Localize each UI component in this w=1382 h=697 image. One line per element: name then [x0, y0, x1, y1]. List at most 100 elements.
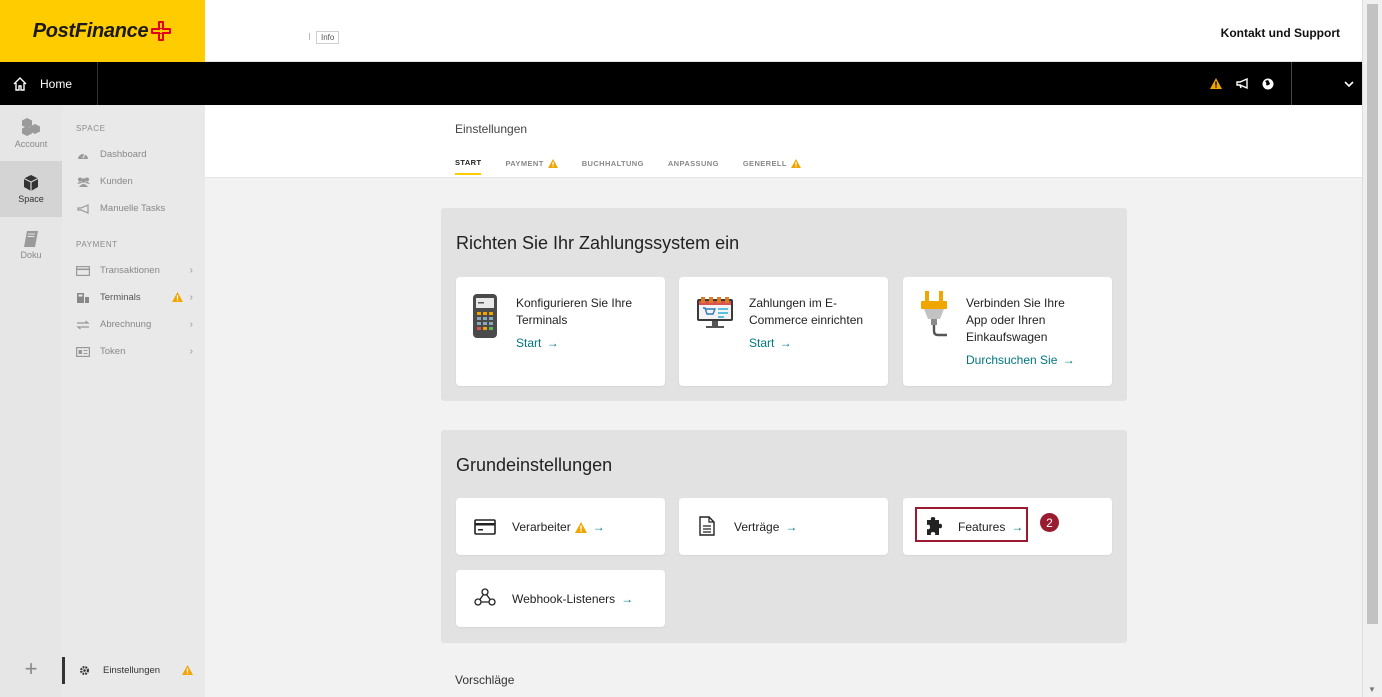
- basic-settings-panel: Grundeinstellungen Verarbeiter → Verträg…: [441, 430, 1127, 643]
- verarbeiter-card[interactable]: Verarbeiter →: [456, 498, 665, 555]
- top-bar: PostFinance Info Kontakt und Support: [0, 0, 1362, 62]
- support-link[interactable]: Kontakt und Support: [1221, 26, 1340, 40]
- card-label: Verarbeiter: [512, 520, 571, 534]
- sidebar-item-transaktionen[interactable]: Transaktionen ›: [62, 257, 205, 284]
- card-title-line: App oder Ihren: [966, 313, 1046, 327]
- scrollbar-thumb[interactable]: [1367, 4, 1378, 624]
- exchange-icon: [76, 319, 90, 331]
- logo-text: PostFinance: [32, 19, 149, 42]
- tab-anpassung[interactable]: ANPASSUNG: [668, 158, 719, 175]
- terminals-start-link[interactable]: Start →: [516, 336, 559, 350]
- webshop-icon: [697, 297, 733, 328]
- sidebar-item-terminals[interactable]: Terminals ›: [62, 284, 205, 311]
- sidebar-item-label: Manuelle Tasks: [100, 203, 166, 214]
- page-scrollbar[interactable]: ▼: [1362, 0, 1382, 697]
- sidebar-item-label: Kunden: [100, 176, 133, 187]
- step-badge: 2: [1040, 513, 1059, 532]
- scroll-down-icon[interactable]: ▼: [1368, 685, 1376, 694]
- ecommerce-card[interactable]: Zahlungen im E- Commerce einrichten Star…: [679, 277, 888, 386]
- features-card[interactable]: Features → 2: [903, 498, 1112, 555]
- tab-generell[interactable]: GENERELL: [743, 158, 801, 175]
- sidebar-item-label: Terminals: [100, 292, 141, 303]
- sidebar-item-einstellungen[interactable]: Einstellungen: [62, 657, 205, 684]
- account-icon: [22, 117, 40, 136]
- card-title-line: Einkaufswagen: [966, 330, 1048, 344]
- sidebar-item-label: Einstellungen: [103, 665, 161, 676]
- token-icon: [76, 346, 90, 358]
- settings-tabs: START PAYMENT BUCHHALTUNG ANPASSUNG GENE…: [455, 158, 801, 175]
- postfinance-logo[interactable]: PostFinance: [0, 0, 205, 62]
- terminals-card[interactable]: Konfigurieren Sie Ihre Terminals Start →: [456, 277, 665, 386]
- app-connect-card[interactable]: Verbinden Sie Ihre App oder Ihren Einkau…: [903, 277, 1112, 386]
- sidebar-item-kunden[interactable]: Kunden: [62, 168, 205, 195]
- icon-rail: Account Space Doku +: [0, 105, 62, 697]
- ecommerce-start-link[interactable]: Start →: [749, 336, 792, 350]
- terminal-icon: [76, 292, 90, 304]
- card-title-line: Zahlungen im E-: [749, 296, 838, 310]
- card-icon: [474, 519, 496, 535]
- home-button[interactable]: Home: [0, 62, 98, 105]
- suggestions-heading: Vorschläge: [455, 673, 515, 687]
- card-title-line: Commerce einrichten: [749, 313, 864, 327]
- plus-icon[interactable]: +: [0, 656, 62, 682]
- sidebar-item-manuelle-tasks[interactable]: Manuelle Tasks: [62, 195, 205, 222]
- warning-icon: [547, 159, 558, 168]
- puzzle-icon: [927, 517, 942, 535]
- megaphone-icon[interactable]: [1229, 62, 1255, 105]
- chevron-right-icon: ›: [189, 292, 193, 303]
- warning-icon: [790, 159, 801, 168]
- browse-link[interactable]: Durchsuchen Sie →: [966, 353, 1075, 367]
- account-dropdown[interactable]: [1292, 62, 1362, 105]
- sidebar-item-token[interactable]: Token ›: [62, 338, 205, 365]
- webhook-card[interactable]: Webhook-Listeners →: [456, 570, 665, 627]
- tab-buchhaltung[interactable]: BUCHHALTUNG: [582, 158, 644, 175]
- setup-panel-title: Richten Sie Ihr Zahlungssystem ein: [456, 233, 740, 253]
- sidebar-item-abrechnung[interactable]: Abrechnung ›: [62, 311, 205, 338]
- rail-label: Account: [14, 138, 48, 149]
- vertraege-card[interactable]: Verträge →: [679, 498, 888, 555]
- sidebar-item-label: Dashboard: [100, 149, 147, 160]
- arrow-right-icon: →: [592, 520, 605, 534]
- sidebar-section-payment: PAYMENT: [76, 240, 118, 249]
- rail-label: Doku: [20, 249, 42, 260]
- page-header: Einstellungen START PAYMENT BUCHHALTUNG …: [205, 105, 1362, 178]
- document-icon: [699, 516, 715, 536]
- rail-item-doku[interactable]: Doku: [0, 217, 62, 273]
- arrow-right-icon: →: [1062, 353, 1075, 367]
- card-title-line: Konfigurieren Sie Ihre: [516, 296, 633, 310]
- rail-item-account[interactable]: Account: [0, 105, 62, 161]
- link-label: Durchsuchen Sie: [966, 353, 1058, 367]
- webhook-icon: [474, 588, 496, 606]
- warning-icon: [574, 521, 587, 533]
- sidebar-item-dashboard[interactable]: Dashboard: [62, 141, 205, 168]
- arrow-right-icon: →: [546, 336, 559, 350]
- card-title-line: Terminals: [516, 313, 568, 327]
- swiss-cross-icon: [150, 20, 172, 42]
- nav-icons: [1203, 62, 1362, 105]
- basic-settings-title: Grundeinstellungen: [456, 455, 613, 475]
- home-icon: [13, 76, 27, 91]
- tab-payment[interactable]: PAYMENT: [505, 158, 558, 175]
- card-icon: [76, 265, 90, 277]
- card-title-line: Verbinden Sie Ihre: [966, 296, 1065, 310]
- card-label: Verträge: [734, 520, 780, 534]
- sidebar-item-label: Token: [100, 346, 126, 357]
- rail-item-space[interactable]: Space: [0, 161, 62, 217]
- warning-icon: [172, 292, 183, 305]
- card-label: Features: [958, 520, 1006, 534]
- page-title: Einstellungen: [455, 122, 528, 136]
- space-icon: [23, 174, 39, 191]
- megaphone-icon: [76, 203, 90, 215]
- globe-icon[interactable]: [1255, 62, 1281, 105]
- tab-label: GENERELL: [742, 159, 787, 168]
- warning-icon[interactable]: [1203, 62, 1229, 105]
- home-label: Home: [40, 76, 73, 91]
- chevron-right-icon: ›: [189, 346, 193, 357]
- info-tag[interactable]: Info: [316, 31, 340, 44]
- sidebar: SPACE Dashboard Kunden Manuelle Tasks PA…: [62, 105, 205, 697]
- users-icon: [76, 176, 90, 188]
- sidebar-item-label: Transaktionen: [100, 265, 160, 276]
- divider: [309, 33, 310, 40]
- tab-start[interactable]: START: [455, 158, 482, 175]
- card-label: Webhook-Listeners: [512, 592, 616, 606]
